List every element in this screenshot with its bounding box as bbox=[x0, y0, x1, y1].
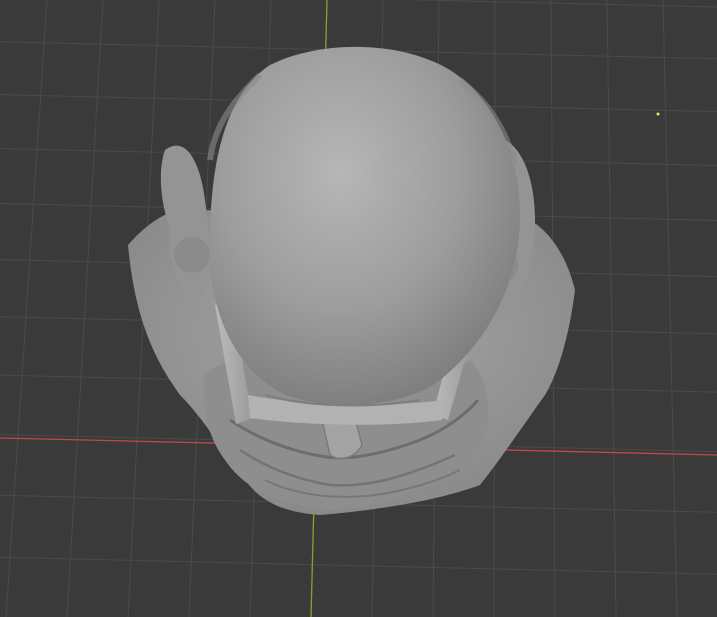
3d-viewport[interactable] bbox=[0, 0, 717, 617]
grid-line bbox=[400, 0, 717, 8]
grid-line bbox=[606, 0, 617, 617]
bust-model[interactable] bbox=[128, 46, 575, 515]
grid-line bbox=[662, 0, 678, 617]
grid-line bbox=[66, 0, 104, 617]
object-origin-dot bbox=[656, 112, 660, 116]
grid-line bbox=[0, 556, 717, 575]
viewport-canvas[interactable] bbox=[0, 0, 717, 617]
grid-line bbox=[5, 0, 48, 617]
